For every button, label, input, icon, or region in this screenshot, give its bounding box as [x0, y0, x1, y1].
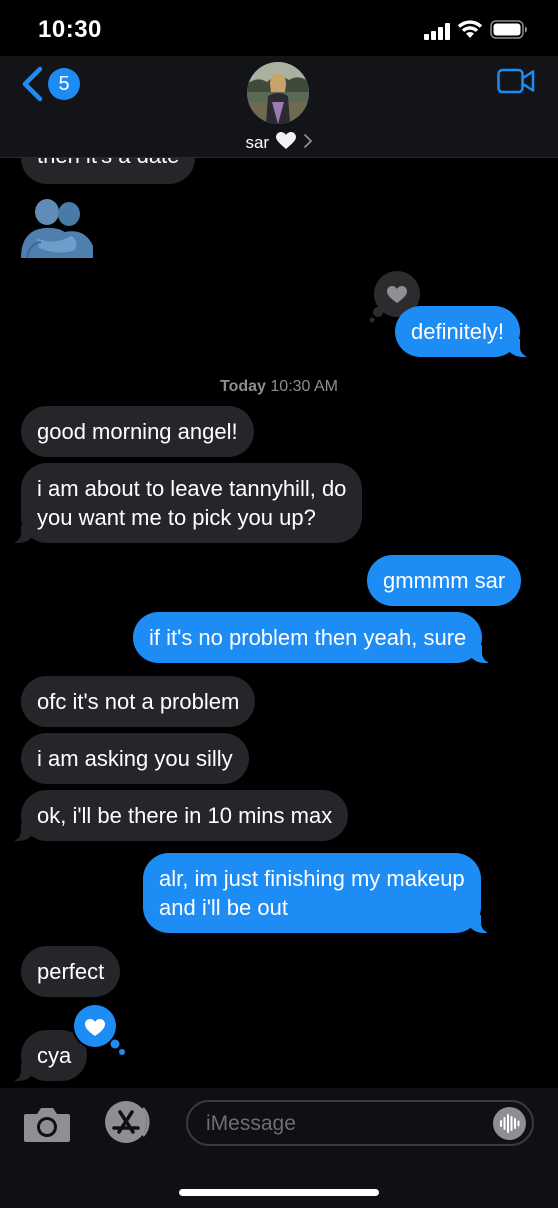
cellular-signal-icon [424, 22, 452, 40]
app-store-icon [105, 1101, 150, 1143]
back-button[interactable]: 5 [20, 66, 80, 102]
contact-avatar[interactable] [247, 62, 309, 124]
message-received[interactable]: ofc it's not a problem [21, 676, 256, 727]
message-received[interactable]: perfect [21, 946, 121, 997]
chevron-left-icon [22, 66, 43, 102]
status-time: 10:30 [38, 16, 102, 43]
message-received[interactable]: ok, i'll be there in 10 mins max [6, 790, 349, 841]
audio-message-button[interactable] [493, 1107, 526, 1140]
white-heart-icon [275, 132, 296, 155]
video-camera-icon [497, 68, 535, 94]
status-bar: 10:30 [0, 0, 558, 56]
message-list[interactable]: then it's a date definitely! Today 10:30… [0, 158, 558, 1088]
message-received[interactable]: then it's a date [21, 158, 196, 184]
unread-count-badge: 5 [48, 68, 80, 100]
timestamp-day: Today [220, 378, 266, 395]
people-hugging-icon [21, 199, 93, 259]
timestamp-time: 10:30 AM [270, 378, 338, 395]
message-sent[interactable]: gmmmm sar [367, 555, 522, 606]
message-sent[interactable]: if it's no problem then yeah, sure [133, 612, 497, 663]
message-received[interactable]: i am asking you silly [21, 733, 249, 784]
conversation-header: 5 sar [0, 56, 558, 158]
tapback-heart[interactable] [70, 1000, 128, 1058]
chevron-right-icon [303, 133, 313, 154]
contact-name: sar [245, 132, 270, 152]
message-received[interactable]: good morning angel! [21, 406, 254, 457]
timestamp-divider: Today 10:30 AM [0, 378, 558, 396]
message-input[interactable]: iMessage [186, 1100, 534, 1146]
message-input-placeholder: iMessage [206, 1112, 296, 1135]
compose-bar: iMessage [0, 1088, 558, 1208]
people-hugging-emoji[interactable] [19, 196, 95, 260]
message-sent[interactable]: definitely! [395, 306, 534, 357]
home-indicator[interactable] [179, 1189, 379, 1196]
camera-button[interactable] [22, 1104, 72, 1144]
message-sent[interactable]: alr, im just finishing my makeup and i'l… [143, 853, 495, 933]
video-call-button[interactable] [497, 68, 535, 94]
message-received[interactable]: i am about to leave tannyhill, do you wa… [6, 463, 363, 543]
waveform-icon [500, 1114, 520, 1133]
app-store-button[interactable] [100, 1100, 156, 1146]
wifi-icon [457, 18, 483, 40]
battery-icon [490, 20, 528, 39]
contact-name-row[interactable]: sar [0, 132, 558, 155]
camera-icon [24, 1108, 70, 1142]
